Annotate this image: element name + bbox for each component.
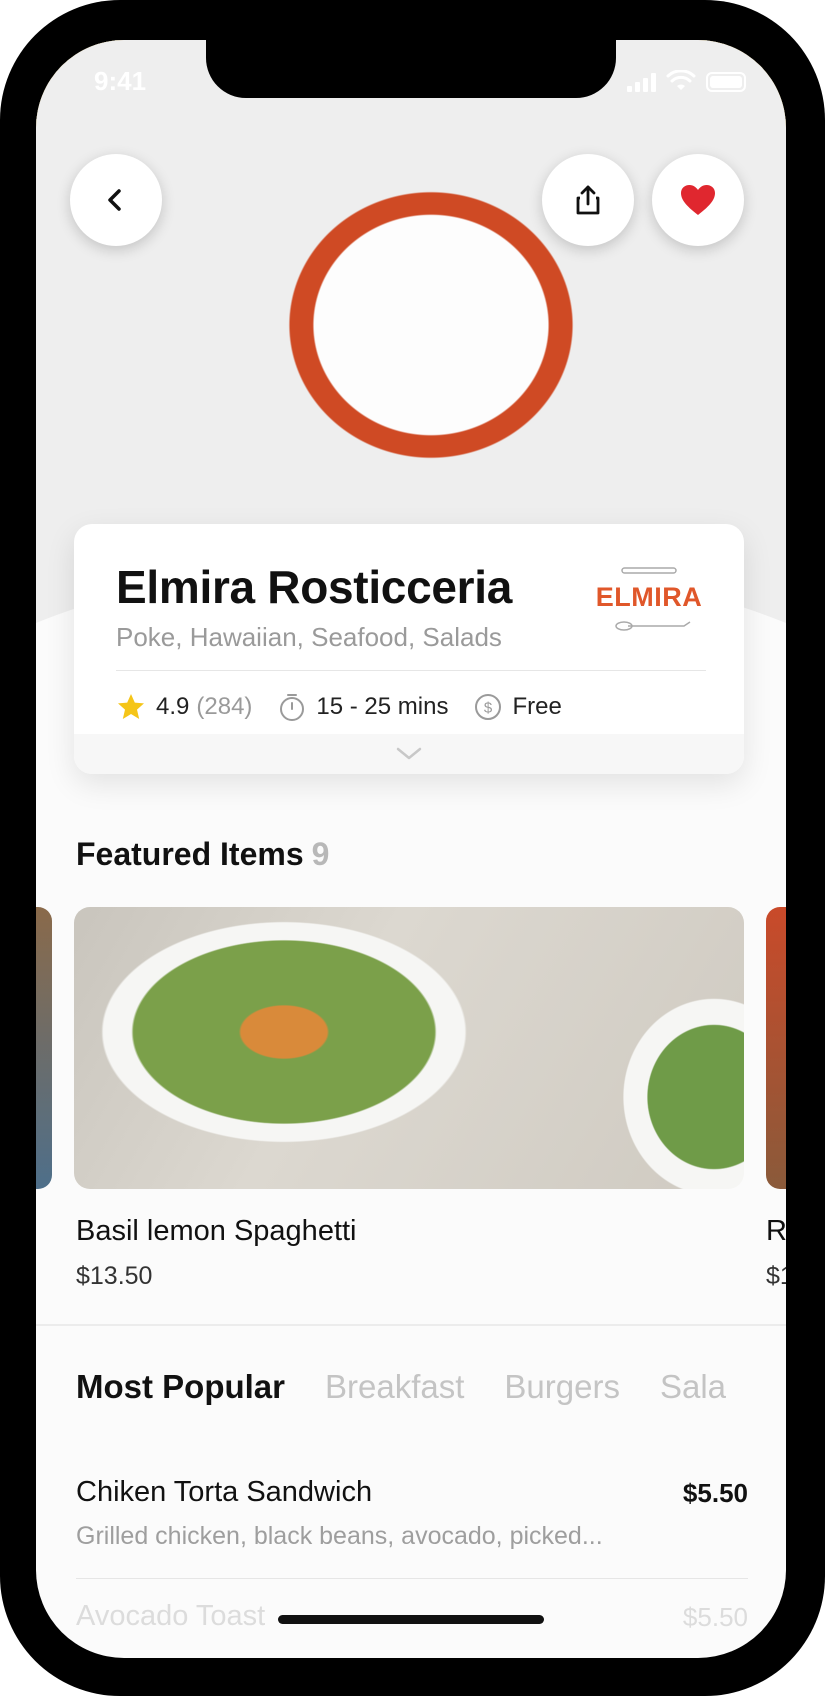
logo-text: ELMIRA	[595, 582, 703, 612]
status-icons	[627, 70, 746, 92]
chevron-down-icon	[396, 747, 422, 760]
notch	[206, 40, 616, 98]
rating-value: 4.9	[156, 693, 190, 720]
menu-item-price: $5.50	[682, 1478, 748, 1508]
tab-breakfast[interactable]: Breakfast	[325, 1368, 464, 1406]
app-screen: 9:41 Elmira Rosticceria Poke, Hawaiian, …	[36, 40, 786, 1658]
phone-frame: 9:41 Elmira Rosticceria Poke, Hawaiian, …	[0, 0, 825, 1696]
delivery-time-group: 15 - 25 mins	[278, 692, 448, 722]
delivery-fee-group: $ Free	[474, 693, 562, 721]
favorite-button[interactable]	[652, 154, 744, 246]
featured-item-name[interactable]: Basil lemon Spaghetti	[76, 1215, 357, 1248]
featured-item-image[interactable]	[74, 907, 744, 1189]
chevron-left-icon	[108, 189, 121, 211]
featured-items-heading: Featured Items 9	[76, 836, 329, 873]
rating-group: 4.9 (284)	[116, 692, 252, 722]
menu-divider	[76, 1578, 748, 1579]
tab-most-popular[interactable]: Most Popular	[76, 1368, 285, 1406]
review-count: (284)	[196, 693, 253, 720]
featured-item-next-price: $1	[766, 1262, 786, 1290]
signal-icon	[627, 72, 656, 92]
share-button[interactable]	[542, 154, 634, 246]
restaurant-name: Elmira Rosticceria	[116, 561, 513, 613]
section-divider	[36, 1324, 786, 1326]
restaurant-cuisines: Poke, Hawaiian, Seafood, Salads	[116, 622, 502, 652]
dollar-icon: $	[475, 694, 502, 720]
battery-icon	[706, 72, 746, 92]
delivery-time: 15 - 25 mins	[316, 693, 449, 720]
tab-salads[interactable]: Sala	[660, 1368, 726, 1406]
tab-burgers[interactable]: Burgers	[504, 1368, 620, 1406]
restaurant-meta: 4.9 (284) 15 - 25 mins $ Free	[116, 692, 588, 722]
expand-card-button[interactable]	[74, 734, 744, 774]
featured-item-prev-image[interactable]	[36, 907, 52, 1189]
category-tabs: Most Popular Breakfast Burgers Sala	[76, 1368, 726, 1406]
restaurant-logo: ELMIRA	[594, 564, 704, 636]
featured-count: 9	[311, 836, 330, 872]
featured-item-next-name[interactable]: R	[766, 1215, 786, 1248]
featured-item-next-image[interactable]	[766, 907, 786, 1189]
wifi-icon	[666, 70, 696, 90]
restaurant-info-card: Elmira Rosticceria Poke, Hawaiian, Seafo…	[74, 524, 744, 774]
home-indicator[interactable]	[278, 1615, 544, 1624]
menu-item-name[interactable]: Avocado Toast	[76, 1600, 265, 1633]
featured-item-price: $13.50	[76, 1262, 153, 1290]
delivery-fee: Free	[512, 693, 562, 720]
svg-text:$: $	[484, 700, 493, 717]
menu-item-description: Grilled chicken, black beans, avocado, p…	[76, 1522, 603, 1550]
featured-title: Featured Items	[76, 836, 304, 872]
share-icon	[576, 185, 600, 215]
menu-item-price: $5.50	[682, 1602, 748, 1632]
timer-icon	[280, 694, 305, 721]
heart-icon	[681, 185, 715, 215]
back-button[interactable]	[70, 154, 162, 246]
menu-item-name[interactable]: Chiken Torta Sandwich	[76, 1476, 372, 1509]
card-divider	[116, 670, 706, 671]
status-time: 9:41	[94, 66, 147, 96]
star-icon	[118, 694, 144, 719]
